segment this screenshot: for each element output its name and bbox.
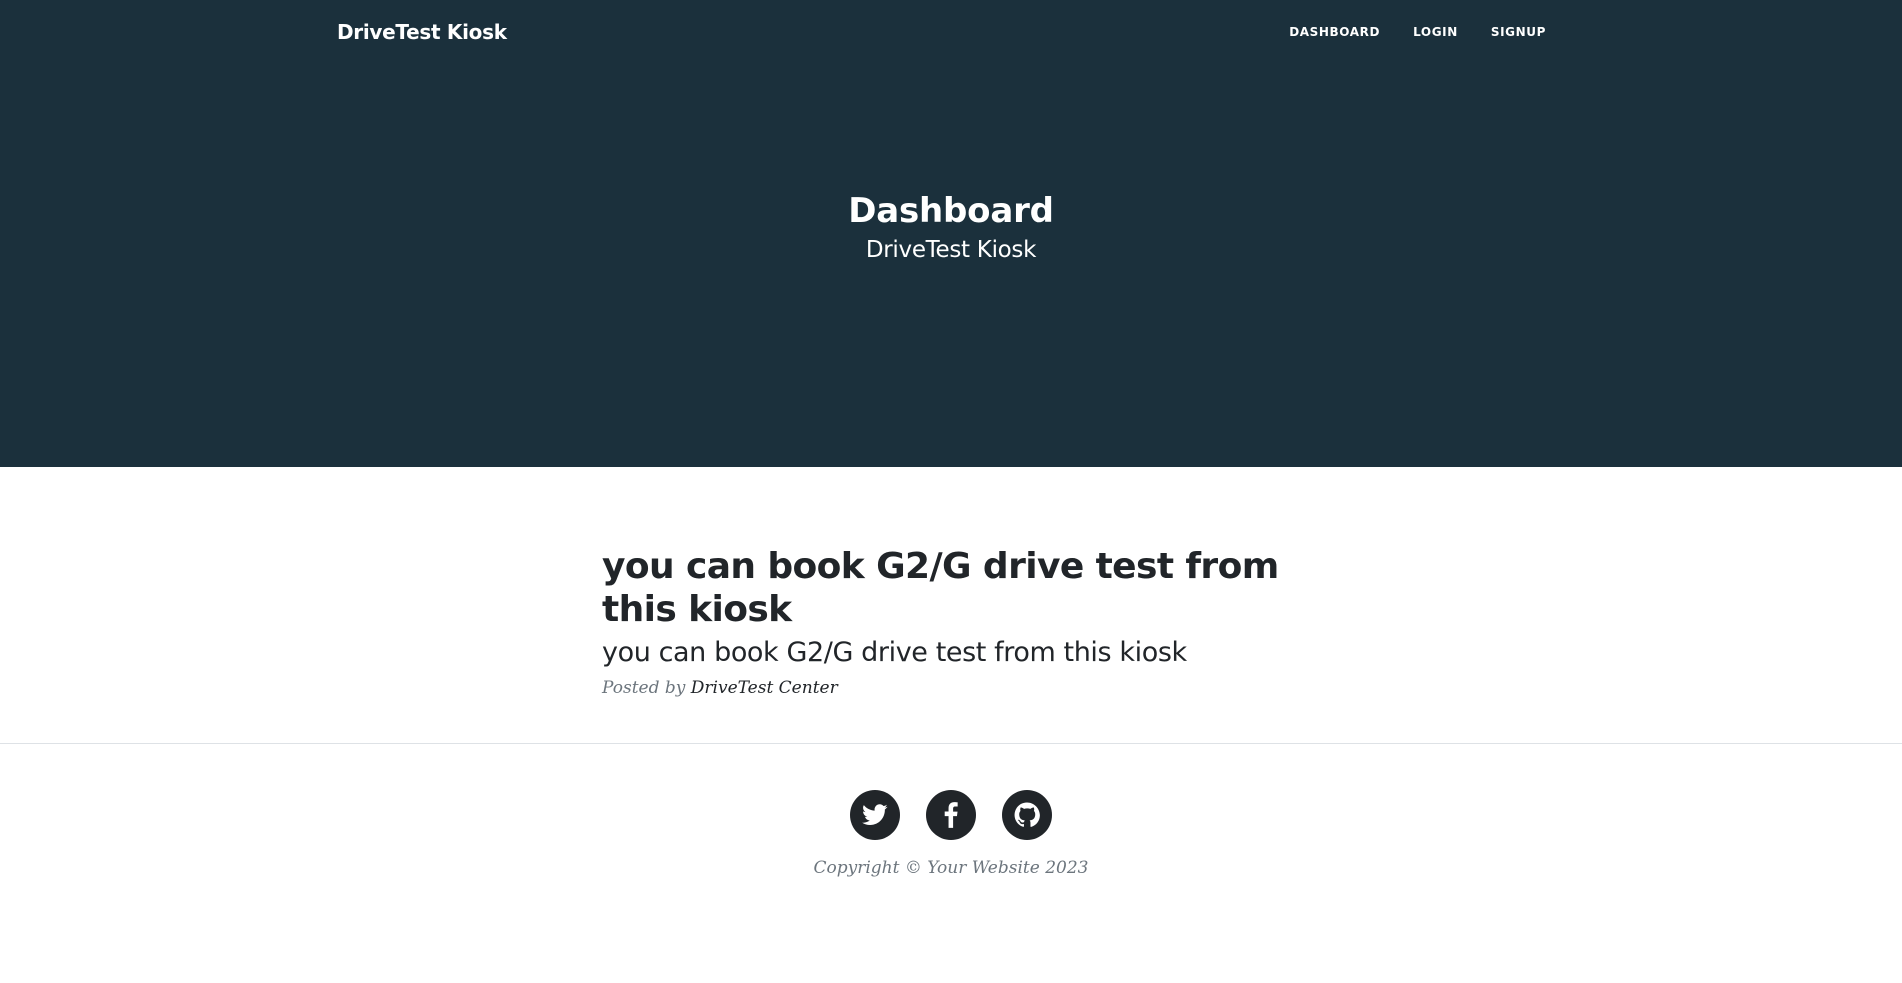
twitter-link[interactable] xyxy=(850,790,900,840)
github-link[interactable] xyxy=(1002,790,1052,840)
facebook-link[interactable] xyxy=(926,790,976,840)
nav-login-link[interactable]: LOGIN xyxy=(1413,25,1458,39)
post-author-link[interactable]: DriveTest Center xyxy=(691,678,838,698)
nav-links: DASHBOARD LOGIN SIGNUP xyxy=(1289,25,1546,39)
masthead: DriveTest Kiosk DASHBOARD LOGIN SIGNUP D… xyxy=(0,0,1902,467)
site-heading: Dashboard DriveTest Kiosk xyxy=(0,188,1902,267)
nav-signup-link[interactable]: SIGNUP xyxy=(1491,25,1546,39)
navbar: DriveTest Kiosk DASHBOARD LOGIN SIGNUP xyxy=(0,0,1902,66)
social-links xyxy=(0,790,1902,840)
post-title: you can book G2/G drive test from this k… xyxy=(602,546,1279,630)
github-icon xyxy=(1014,802,1040,828)
brand-link[interactable]: DriveTest Kiosk xyxy=(337,20,507,44)
page-subtitle: DriveTest Kiosk xyxy=(865,237,1037,263)
post-meta: Posted by DriveTest Center xyxy=(602,675,1302,701)
twitter-icon xyxy=(862,804,888,826)
post-preview: you can book G2/G drive test from this k… xyxy=(602,545,1302,701)
page-title: Dashboard xyxy=(848,191,1054,231)
copyright-text: Copyright © Your Website 2023 xyxy=(813,858,1089,878)
facebook-icon xyxy=(944,802,958,828)
post-subtitle: you can book G2/G drive test from this k… xyxy=(602,637,1187,668)
nav-dashboard-link[interactable]: DASHBOARD xyxy=(1289,25,1380,39)
post-link[interactable]: you can book G2/G drive test from this k… xyxy=(602,545,1302,671)
footer-divider xyxy=(0,743,1902,744)
post-meta-prefix: Posted by xyxy=(602,678,686,698)
footer: Copyright © Your Website 2023 xyxy=(0,790,1902,878)
